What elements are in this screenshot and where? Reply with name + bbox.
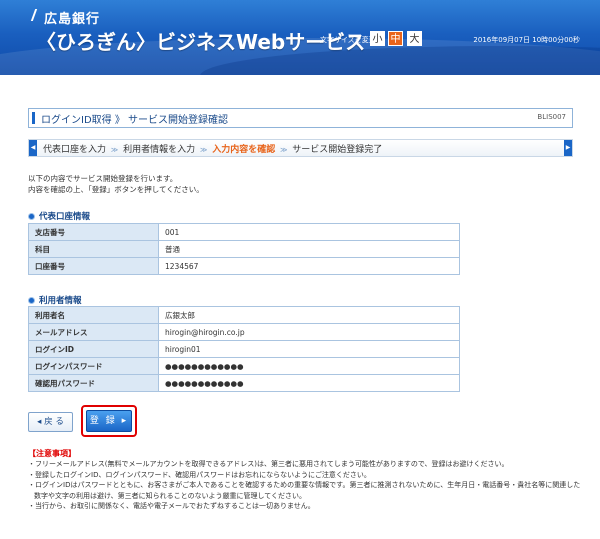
login-password-value: ●●●●●●●●●●●● (158, 357, 460, 375)
account-section-heading: 代表口座情報 (28, 210, 90, 222)
account-type-label: 科目 (28, 240, 159, 258)
email-value: hirogin@hirogin.co.jp (158, 323, 460, 341)
note-item: ・フリーメールアドレス(無料でメールアカウントを取得できるアドレス)は、第三者に… (28, 460, 509, 468)
confirm-password-value: ●●●●●●●●●●●● (158, 374, 460, 392)
steps-row: 代表口座を入力 ≫ 利用者情報を入力 ≫ 入力内容を確認 ≫ サービス開始登録完… (43, 142, 382, 155)
account-section-title: 代表口座情報 (39, 212, 91, 222)
step-2: 利用者情報を入力 (123, 145, 196, 155)
login-password-label: ログインパスワード (28, 357, 159, 375)
table-row: 利用者名 広銀太郎 (28, 306, 460, 324)
intro-line: 内容を確認の上、「登録」ボタンを押してください。 (28, 185, 204, 194)
note-item: ・登録したログインID、ログインパスワード、確認用パスワードはお忘れにならないよ… (28, 470, 371, 479)
note-item: ・当行から、お取引に関係なく、電話や電子メールでおたずねすることは一切ありません… (28, 502, 315, 510)
account-type-value: 普通 (158, 240, 460, 258)
user-section-title: 利用者情報 (39, 296, 82, 306)
intro-text: 以下の内容でサービス開始登録を行います。 内容を確認の上、「登録」ボタンを押して… (28, 173, 204, 195)
account-number-value: 1234567 (158, 257, 460, 275)
title-accent (32, 112, 35, 124)
email-label: メールアドレス (28, 323, 159, 341)
branch-number-value: 001 (158, 223, 460, 241)
page-title: ログインID取得 》 サービス開始登録確認 (41, 115, 229, 126)
table-row: メールアドレス hirogin@hirogin.co.jp (28, 323, 460, 341)
table-row: ログインID hirogin01 (28, 340, 460, 358)
step-separator: ≫ (199, 146, 208, 154)
user-info-table: 利用者名 広銀太郎 メールアドレス hirogin@hirogin.co.jp … (28, 306, 460, 392)
register-button[interactable]: 登 録 ▸ (86, 410, 132, 432)
step-separator: ≫ (280, 146, 288, 154)
user-name-label: 利用者名 (28, 306, 159, 324)
table-row: 科目 普通 (28, 240, 460, 258)
service-name: 〈ひろぎん〉ビジネスWebサービス (36, 30, 366, 54)
login-id-label: ログインID (28, 340, 159, 358)
confirm-password-label: 確認用パスワード (28, 374, 159, 392)
bank-logo-icon (30, 9, 44, 21)
step-4: サービス開始登録完了 (292, 145, 383, 155)
intro-line: 以下の内容でサービス開始登録を行います。 (28, 174, 178, 183)
bullet-icon (28, 297, 35, 304)
step-1: 代表口座を入力 (43, 145, 107, 155)
back-button[interactable]: ◂ 戻 る (28, 412, 73, 432)
login-id-value: hirogin01 (158, 340, 460, 358)
bank-name: 広島銀行 (44, 12, 101, 27)
user-section-heading: 利用者情報 (28, 294, 82, 306)
user-name-value: 広銀太郎 (158, 306, 460, 324)
font-size-medium-button[interactable]: 中 (388, 31, 403, 46)
step-3-current: 入力内容を確認 (212, 145, 276, 155)
notes-title: 【注意事項】 (28, 449, 76, 458)
account-number-label: 口座番号 (28, 257, 159, 275)
account-info-table: 支店番号 001 科目 普通 口座番号 1234567 (28, 223, 460, 275)
bullet-icon (28, 213, 35, 220)
table-row: 確認用パスワード ●●●●●●●●●●●● (28, 374, 460, 392)
table-row: 支店番号 001 (28, 223, 460, 241)
site-header: 広島銀行 〈ひろぎん〉ビジネスWebサービス 文字サイズを変更 小 中 大 20… (0, 0, 600, 75)
note-item: 数字や文字の利用は避け、第三者に知られることのないよう厳重に管理してください。 (34, 491, 307, 500)
page-title-bar: ログインID取得 》 サービス開始登録確認 BLIS007 (28, 108, 573, 128)
notes-list: ・フリーメールアドレス(無料でメールアカウントを取得できるアドレス)は、第三者に… (28, 459, 581, 512)
step-separator: ≫ (110, 146, 119, 154)
font-size-large-button[interactable]: 大 (407, 31, 422, 46)
step-right-arrow-icon: ▶ (564, 140, 572, 156)
note-item: ・ログインIDはパスワードとともに、お客さまがご本人であることを確認するための重… (28, 481, 581, 489)
current-datetime: 2016年09月07日 10時00分00秒 (473, 36, 580, 44)
font-size-label: 文字サイズを変更 (320, 36, 376, 44)
progress-steps: ◀ 代表口座を入力 ≫ 利用者情報を入力 ≫ 入力内容を確認 ≫ サービス開始登… (28, 139, 573, 157)
branch-number-label: 支店番号 (28, 223, 159, 241)
table-row: ログインパスワード ●●●●●●●●●●●● (28, 357, 460, 375)
table-row: 口座番号 1234567 (28, 257, 460, 275)
screen-code: BLIS007 (537, 113, 566, 121)
register-button-highlight: 登 録 ▸ (81, 405, 137, 437)
font-size-small-button[interactable]: 小 (370, 31, 385, 46)
step-left-arrow-icon: ◀ (29, 140, 37, 156)
